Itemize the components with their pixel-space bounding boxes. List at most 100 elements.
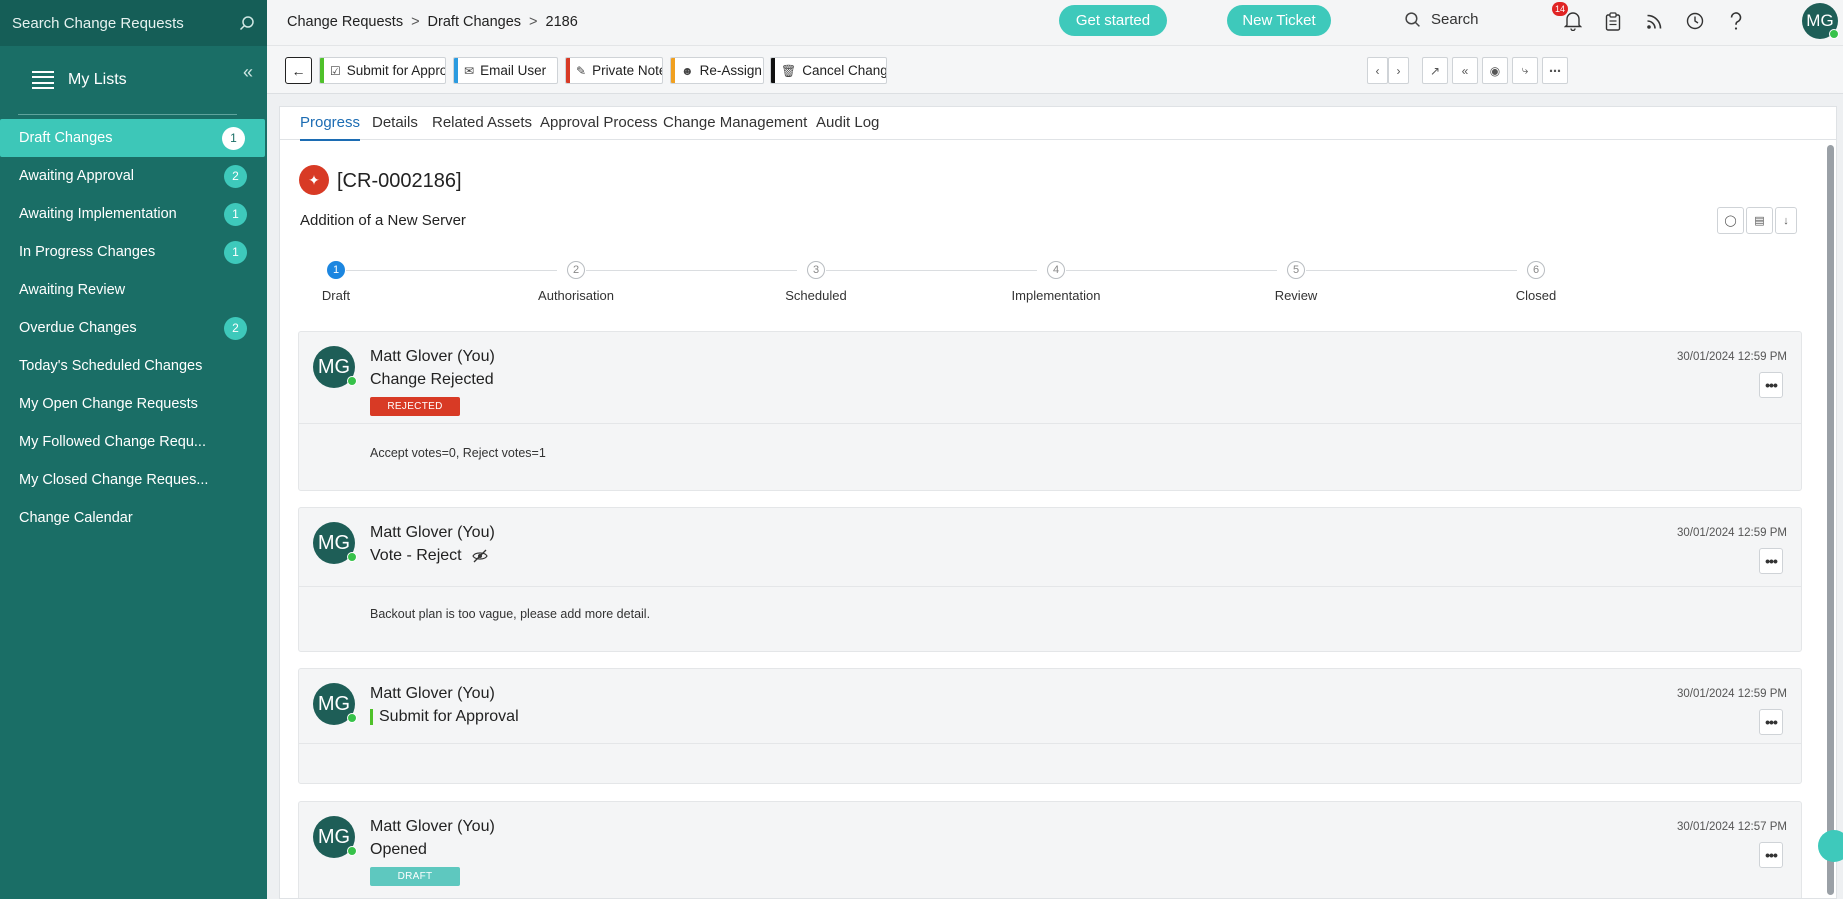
tab-bar: Progress Details Related Assets Approval… xyxy=(280,107,1836,141)
breadcrumb-change-requests[interactable]: Change Requests xyxy=(287,14,403,30)
share-button[interactable]: ⤷ xyxy=(1512,57,1538,84)
comment-button[interactable]: ◯ xyxy=(1717,207,1744,234)
sidebar-item-label: Awaiting Implementation xyxy=(19,206,177,222)
tab-related-assets[interactable]: Related Assets xyxy=(432,114,532,131)
sidebar-item-draft-changes[interactable]: Draft Changes 1 xyxy=(0,119,265,157)
request-id: [CR-0002186] xyxy=(337,170,462,192)
sidebar-item-awaiting-implementation[interactable]: Awaiting Implementation 1 xyxy=(0,195,267,233)
step-marker-closed: 6 xyxy=(1527,261,1545,279)
activity-more-button[interactable]: ••• xyxy=(1759,548,1783,574)
sidebar-divider xyxy=(18,114,237,115)
sidebar-item-label: In Progress Changes xyxy=(19,244,156,260)
sidebar-item-awaiting-review[interactable]: Awaiting Review xyxy=(0,271,267,309)
clipboard-icon[interactable] xyxy=(1601,9,1625,33)
sidebar-item-awaiting-approval[interactable]: Awaiting Approval 2 xyxy=(0,157,267,195)
status-badge: REJECTED xyxy=(370,397,460,416)
tab-approval-process[interactable]: Approval Process xyxy=(540,114,658,131)
button-label: Cancel Change xyxy=(802,63,887,78)
step-connector xyxy=(826,270,1037,271)
count-badge: 1 xyxy=(224,240,247,264)
activity-action: Vote - Reject xyxy=(370,547,488,565)
count-badge: 2 xyxy=(224,164,247,188)
tab-progress[interactable]: Progress xyxy=(300,114,361,141)
tab-change-management[interactable]: Change Management xyxy=(663,114,807,131)
sidebar-item-label: Awaiting Approval xyxy=(19,168,135,184)
sidebar-search[interactable]: Search Change Requests xyxy=(0,0,267,46)
breadcrumb-draft-changes[interactable]: Draft Changes xyxy=(428,14,522,30)
email-user-button[interactable]: ✉ Email User xyxy=(453,57,558,84)
sidebar-item-my-closed-change-requests[interactable]: My Closed Change Reques... xyxy=(0,461,267,499)
get-started-button[interactable]: Get started xyxy=(1059,5,1167,36)
sidebar-item-label: Today's Scheduled Changes xyxy=(19,358,203,374)
back-button[interactable]: ← xyxy=(285,57,312,84)
step-label-review: Review xyxy=(1274,288,1318,303)
sidebar: Search Change Requests My Lists « Draft … xyxy=(0,0,267,899)
global-search[interactable]: Search xyxy=(1404,11,1479,28)
menu-icon[interactable] xyxy=(32,71,54,89)
avatar-initials: MG xyxy=(317,825,351,848)
activity-action-label: Opened xyxy=(370,841,427,858)
sidebar-item-change-calendar[interactable]: Change Calendar xyxy=(0,499,267,537)
envelope-icon: ✉ xyxy=(464,63,475,78)
activity-timestamp: 30/01/2024 12:59 PM xyxy=(1677,351,1787,363)
private-note-button[interactable]: ✎ Private Note xyxy=(565,57,663,84)
search-icon[interactable] xyxy=(239,15,255,31)
previous-record-button[interactable]: ‹ xyxy=(1367,57,1388,84)
activity-action-label: Vote - Reject xyxy=(370,547,462,564)
activity-timestamp: 30/01/2024 12:57 PM xyxy=(1677,821,1787,833)
sidebar-item-in-progress-changes[interactable]: In Progress Changes 1 xyxy=(0,233,267,271)
online-status-dot xyxy=(347,713,357,723)
rss-icon[interactable] xyxy=(1642,9,1666,33)
button-label: Submit for Appro... xyxy=(346,63,445,78)
collapse-panel-button[interactable]: « xyxy=(1452,57,1478,84)
user-avatar[interactable]: MG xyxy=(1802,3,1839,39)
online-status-dot xyxy=(1829,29,1839,39)
activity-action-label: Change Rejected xyxy=(370,371,494,388)
tab-audit-log[interactable]: Audit Log xyxy=(816,114,879,131)
activity-more-button[interactable]: ••• xyxy=(1759,842,1783,868)
clock-icon[interactable] xyxy=(1683,9,1707,33)
tab-details[interactable]: Details xyxy=(372,114,418,131)
sidebar-item-todays-scheduled-changes[interactable]: Today's Scheduled Changes xyxy=(0,347,267,385)
activity-more-button[interactable]: ••• xyxy=(1759,709,1783,735)
breadcrumb-current: 2186 xyxy=(545,14,578,30)
sidebar-item-label: Overdue Changes xyxy=(19,320,137,336)
open-external-button[interactable]: ↗ xyxy=(1422,57,1448,84)
arrow-left-icon: ← xyxy=(291,62,306,79)
new-ticket-button[interactable]: New Ticket xyxy=(1227,5,1331,36)
sidebar-search-input[interactable]: Search Change Requests xyxy=(12,15,184,32)
cancel-change-button[interactable]: 🗑 Cancel Change xyxy=(770,57,887,84)
step-connector xyxy=(1306,270,1517,271)
activity-user: Matt Glover (You) xyxy=(370,348,495,365)
color-bar xyxy=(454,58,458,83)
activity-timestamp: 30/01/2024 12:59 PM xyxy=(1677,527,1787,539)
sidebar-item-overdue-changes[interactable]: Overdue Changes 2 xyxy=(0,309,267,347)
status-badge: DRAFT xyxy=(370,867,460,886)
download-button[interactable]: ↓ xyxy=(1775,207,1797,234)
online-status-dot xyxy=(347,376,357,386)
avatar: MG xyxy=(313,346,357,388)
sidebar-item-my-followed-change-requests[interactable]: My Followed Change Requ... xyxy=(0,423,267,461)
help-icon[interactable] xyxy=(1724,9,1748,33)
activity-body: Backout plan is too vague, please add mo… xyxy=(370,607,651,621)
activity-timestamp: 30/01/2024 12:59 PM xyxy=(1677,688,1787,700)
layout-button[interactable]: ▤ xyxy=(1746,207,1773,234)
next-record-button[interactable]: › xyxy=(1388,57,1409,84)
more-actions-button[interactable]: ⋯ xyxy=(1542,57,1568,84)
re-assign-button[interactable]: ☻ Re-Assign xyxy=(670,57,764,84)
chat-widget-button[interactable] xyxy=(1818,830,1843,862)
activity-user: Matt Glover (You) xyxy=(370,685,495,702)
sidebar-item-my-open-change-requests[interactable]: My Open Change Requests xyxy=(0,385,267,423)
share-icon: ⤷ xyxy=(1521,63,1529,77)
activity-user: Matt Glover (You) xyxy=(370,818,495,835)
watch-button[interactable]: ◉ xyxy=(1482,57,1508,84)
scrollbar[interactable] xyxy=(1827,145,1834,895)
collapse-sidebar-icon[interactable]: « xyxy=(243,62,253,83)
step-connector xyxy=(1066,270,1277,271)
note-icon: ✎ xyxy=(576,63,587,78)
button-label: Email User xyxy=(480,63,547,78)
count-badge: 1 xyxy=(222,126,245,150)
step-label-draft: Draft xyxy=(321,288,351,303)
submit-for-approval-button[interactable]: ☑ Submit for Appro... xyxy=(319,57,446,84)
activity-more-button[interactable]: ••• xyxy=(1759,372,1783,398)
